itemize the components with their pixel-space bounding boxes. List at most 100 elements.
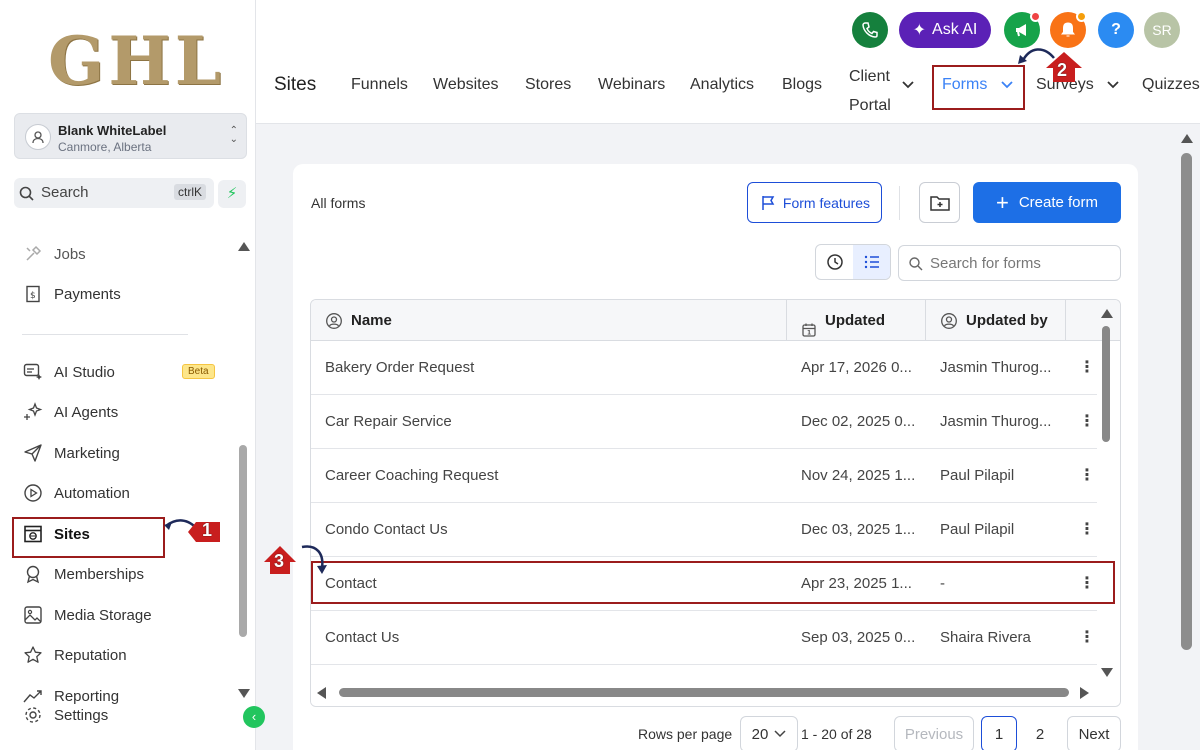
scroll-left-arrow[interactable] — [317, 687, 326, 699]
search-forms-placeholder: Search for forms — [930, 255, 1041, 272]
tab-blogs[interactable]: Blogs — [782, 76, 822, 94]
notification-dot — [1030, 11, 1041, 22]
sidebar-item-label: Automation — [54, 484, 130, 502]
table-row[interactable]: Car Repair Service Dec 02, 2025 0... Jas… — [311, 395, 1097, 449]
plus-icon: + — [995, 189, 1009, 215]
page-scroll-up-arrow[interactable] — [1181, 134, 1193, 143]
row-menu-kebab-icon[interactable]: ⋮ — [1079, 519, 1095, 539]
search-icon — [19, 186, 34, 201]
sidebar-item-media-storage[interactable]: Media Storage — [22, 602, 152, 628]
sidebar-item-label: Marketing — [54, 444, 120, 462]
recent-clock-icon[interactable] — [816, 245, 853, 279]
help-icon[interactable]: ? — [1098, 12, 1134, 48]
form-name: Car Repair Service — [325, 413, 452, 430]
chevron-up-down-icon: ⌃ ⌄ — [229, 125, 238, 145]
scroll-down-arrow[interactable] — [1101, 668, 1113, 677]
table-row[interactable]: Contact Us Sep 03, 2025 0... Shaira Rive… — [311, 611, 1097, 665]
calendar-icon: 1 — [802, 323, 816, 337]
column-updated[interactable]: 1 Updated — [801, 300, 885, 341]
scroll-right-arrow[interactable] — [1080, 687, 1089, 699]
sidebar-item-ai-studio[interactable]: AI Studio — [22, 359, 115, 385]
row-menu-kebab-icon[interactable]: ⋮ — [1079, 627, 1095, 647]
sidebar-item-payments[interactable]: $ Payments — [22, 281, 121, 307]
avatar[interactable]: SR — [1144, 12, 1180, 48]
annotation-highlight-contact-row — [311, 561, 1115, 604]
form-features-button[interactable]: Form features — [747, 182, 882, 223]
table-horizontal-scroll-thumb[interactable] — [339, 688, 1069, 697]
column-divider — [1065, 300, 1066, 341]
next-button[interactable]: Next — [1067, 716, 1121, 750]
account-switcher[interactable]: Blank WhiteLabel Canmore, Alberta ⌃ ⌄ — [14, 113, 247, 159]
annotation-step-3: 3 — [274, 551, 285, 571]
sidebar-search-placeholder: Search — [41, 184, 89, 201]
column-label: Name — [351, 312, 392, 329]
row-menu-kebab-icon[interactable]: ⋮ — [1079, 357, 1095, 377]
previous-button[interactable]: Previous — [894, 716, 974, 750]
sidebar-item-ai-agents[interactable]: AI Agents — [22, 399, 118, 425]
brand-logo: GHL — [48, 22, 226, 100]
forms-card: All forms Form features + Create form Se… — [293, 164, 1138, 750]
account-name: Blank WhiteLabel — [58, 123, 167, 138]
chevron-down-icon — [774, 730, 786, 738]
sidebar-divider — [22, 334, 188, 335]
table-vertical-scroll-thumb[interactable] — [1102, 326, 1110, 442]
ask-ai-label: Ask AI — [932, 21, 978, 38]
new-folder-button[interactable] — [919, 182, 960, 223]
form-updated-by: Jasmin Thurog... — [940, 413, 1052, 430]
tab-websites[interactable]: Websites — [433, 76, 499, 94]
table-row[interactable]: Bakery Order Request Apr 17, 2026 0... J… — [311, 341, 1097, 395]
play-circle-icon — [22, 483, 44, 503]
sparkle-icon — [22, 402, 44, 422]
folder-plus-icon — [929, 195, 950, 211]
sidebar-item-reputation[interactable]: Reputation — [22, 642, 127, 668]
tab-webinars[interactable]: Webinars — [598, 76, 665, 94]
sidebar-item-label: Payments — [54, 285, 121, 303]
sidebar-scroll-down-arrow[interactable] — [238, 689, 250, 698]
table-row[interactable]: Career Coaching Request Nov 24, 2025 1..… — [311, 449, 1097, 503]
column-updated-by[interactable]: Updated by — [940, 300, 1048, 341]
form-updated: Apr 17, 2026 0... — [801, 359, 912, 376]
page-2-button[interactable]: 2 — [1023, 716, 1057, 750]
tab-client-portal[interactable]: Client Portal — [849, 62, 891, 120]
sidebar-item-marketing[interactable]: Marketing — [22, 440, 120, 466]
tab-analytics[interactable]: Analytics — [690, 76, 754, 94]
form-updated: Sep 03, 2025 0... — [801, 629, 916, 646]
announcements-megaphone-icon[interactable] — [1004, 11, 1041, 48]
tools-icon — [22, 244, 44, 264]
page-1-button[interactable]: 1 — [981, 716, 1017, 750]
ask-ai-button[interactable]: ✦ Ask AI — [899, 12, 991, 48]
form-updated: Dec 03, 2025 1... — [801, 521, 916, 538]
sidebar-item-settings[interactable]: Settings — [22, 702, 108, 728]
notifications-bell-icon[interactable] — [1050, 11, 1087, 48]
collapse-sidebar-chevron-left-icon[interactable]: ‹ — [243, 706, 265, 728]
row-menu-kebab-icon[interactable]: ⋮ — [1079, 411, 1095, 431]
sidebar-item-automation[interactable]: Automation — [22, 480, 130, 506]
toolbar-divider — [899, 186, 900, 220]
phone-icon[interactable] — [852, 12, 888, 48]
search-forms-input[interactable]: Search for forms — [898, 245, 1121, 281]
sidebar-search[interactable]: Search ctrlK — [14, 178, 214, 208]
tab-quizzes[interactable]: Quizzes — [1142, 76, 1200, 94]
quick-actions-bolt-icon[interactable]: ⚡ — [218, 180, 246, 208]
tab-funnels[interactable]: Funnels — [351, 76, 408, 94]
annotation-step-2: 2 — [1057, 60, 1068, 80]
create-form-button[interactable]: + Create form — [973, 182, 1121, 223]
page-scroll-thumb[interactable] — [1181, 153, 1192, 650]
column-name[interactable]: Name — [325, 300, 392, 341]
scroll-up-arrow[interactable] — [1101, 309, 1113, 318]
sidebar-scrollbar-thumb[interactable] — [239, 445, 247, 637]
tab-label-line1: Client — [849, 68, 890, 85]
row-menu-kebab-icon[interactable]: ⋮ — [1079, 465, 1095, 485]
sidebar-item-memberships[interactable]: Memberships — [22, 561, 144, 587]
sidebar-item-jobs[interactable]: Jobs — [22, 241, 86, 267]
table-row[interactable]: Condo Contact Us Dec 03, 2025 1... Paul … — [311, 503, 1097, 557]
tab-stores[interactable]: Stores — [525, 76, 571, 94]
user-circle-icon — [941, 312, 957, 329]
list-view-icon[interactable] — [853, 245, 890, 279]
rows-per-page-select[interactable]: 20 — [740, 716, 798, 750]
annotation-arrow-step2 — [1018, 48, 1082, 82]
sidebar-scroll-up-arrow[interactable] — [238, 242, 250, 251]
location-avatar-icon — [25, 124, 51, 150]
sidebar-item-label: AI Agents — [54, 403, 119, 421]
view-toggle — [815, 244, 891, 280]
